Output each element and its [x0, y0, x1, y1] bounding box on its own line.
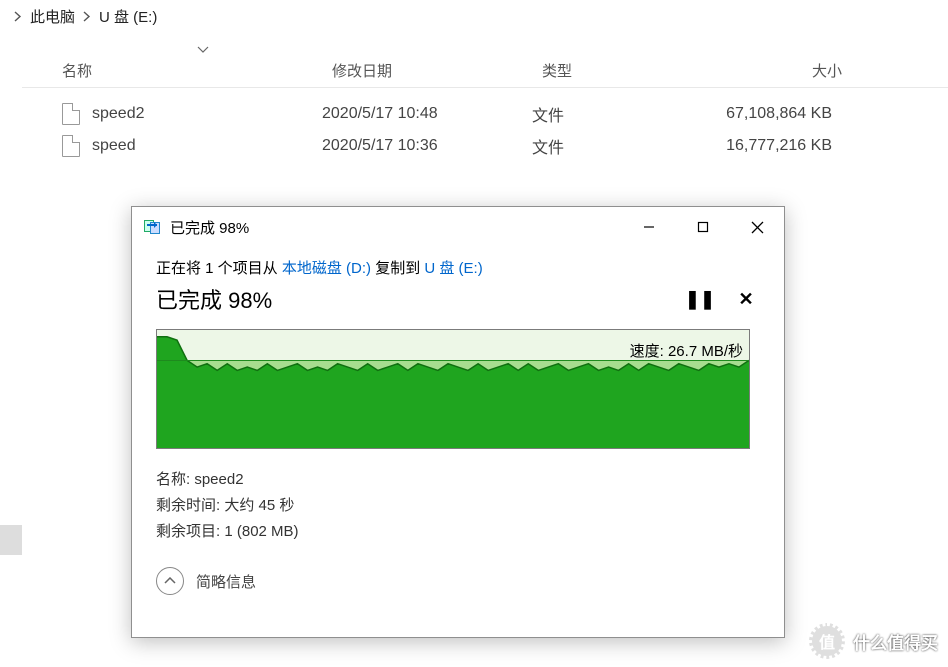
file-date: 2020/5/17 10:48 [322, 105, 532, 123]
file-icon [62, 103, 80, 125]
copy-progress-dialog: 已完成 98% 正在将 1 个项目从 本地磁盘 (D:) 复制到 U 盘 (E:… [131, 206, 785, 638]
collapse-label[interactable]: 简略信息 [196, 571, 256, 592]
col-header-date[interactable]: 修改日期 [332, 60, 542, 81]
chevron-down-icon[interactable] [197, 46, 209, 54]
collapse-button[interactable] [156, 567, 184, 595]
column-headers[interactable]: 名称 修改日期 类型 大小 [22, 32, 948, 88]
split-handle[interactable] [0, 525, 22, 555]
col-header-size[interactable]: 大小 [692, 60, 892, 81]
file-date: 2020/5/17 10:36 [322, 137, 532, 155]
destination-link[interactable]: U 盘 (E:) [424, 260, 482, 277]
minimize-button[interactable] [622, 207, 676, 247]
breadcrumb-item[interactable]: U 盘 (E:) [97, 6, 159, 27]
window-title: 已完成 98% [170, 217, 249, 238]
chevron-right-icon [8, 8, 28, 25]
file-row[interactable]: speed 2020/5/17 10:36 文件 16,777,216 KB [22, 130, 948, 162]
chevron-up-icon [164, 577, 176, 585]
cancel-button[interactable]: ✕ [732, 285, 760, 313]
close-button[interactable] [730, 207, 784, 247]
progress-text: 已完成 98% [156, 283, 272, 315]
file-size: 67,108,864 KB [682, 105, 882, 123]
file-size: 16,777,216 KB [682, 137, 882, 155]
chevron-right-icon [77, 8, 97, 25]
pause-button[interactable]: ❚❚ [686, 285, 714, 313]
file-name: speed [92, 137, 136, 155]
breadcrumb-item[interactable]: 此电脑 [28, 6, 77, 27]
transfer-details: 名称: speed2 剩余时间: 大约 45 秒 剩余项目: 1 (802 MB… [156, 467, 760, 545]
speed-label: 速度: 26.7 MB/秒 [630, 340, 743, 361]
file-name: speed2 [92, 105, 145, 123]
speed-chart: 速度: 26.7 MB/秒 [156, 329, 750, 449]
titlebar[interactable]: 已完成 98% [132, 207, 784, 247]
watermark-text: 什么值得买 [853, 629, 938, 654]
maximize-button[interactable] [676, 207, 730, 247]
file-row[interactable]: speed2 2020/5/17 10:48 文件 67,108,864 KB [22, 98, 948, 130]
col-header-type[interactable]: 类型 [542, 60, 692, 81]
copy-description: 正在将 1 个项目从 本地磁盘 (D:) 复制到 U 盘 (E:) [156, 257, 760, 281]
file-type: 文件 [532, 134, 682, 158]
source-link[interactable]: 本地磁盘 (D:) [282, 260, 371, 277]
col-header-name[interactable]: 名称 [62, 60, 332, 81]
file-icon [62, 135, 80, 157]
breadcrumb[interactable]: 此电脑 U 盘 (E:) [0, 0, 948, 32]
copy-icon [144, 220, 162, 234]
watermark-badge: 值 [809, 623, 845, 659]
file-list: speed2 2020/5/17 10:48 文件 67,108,864 KB … [22, 88, 948, 162]
file-type: 文件 [532, 102, 682, 126]
watermark: 值 什么值得买 [809, 623, 938, 659]
